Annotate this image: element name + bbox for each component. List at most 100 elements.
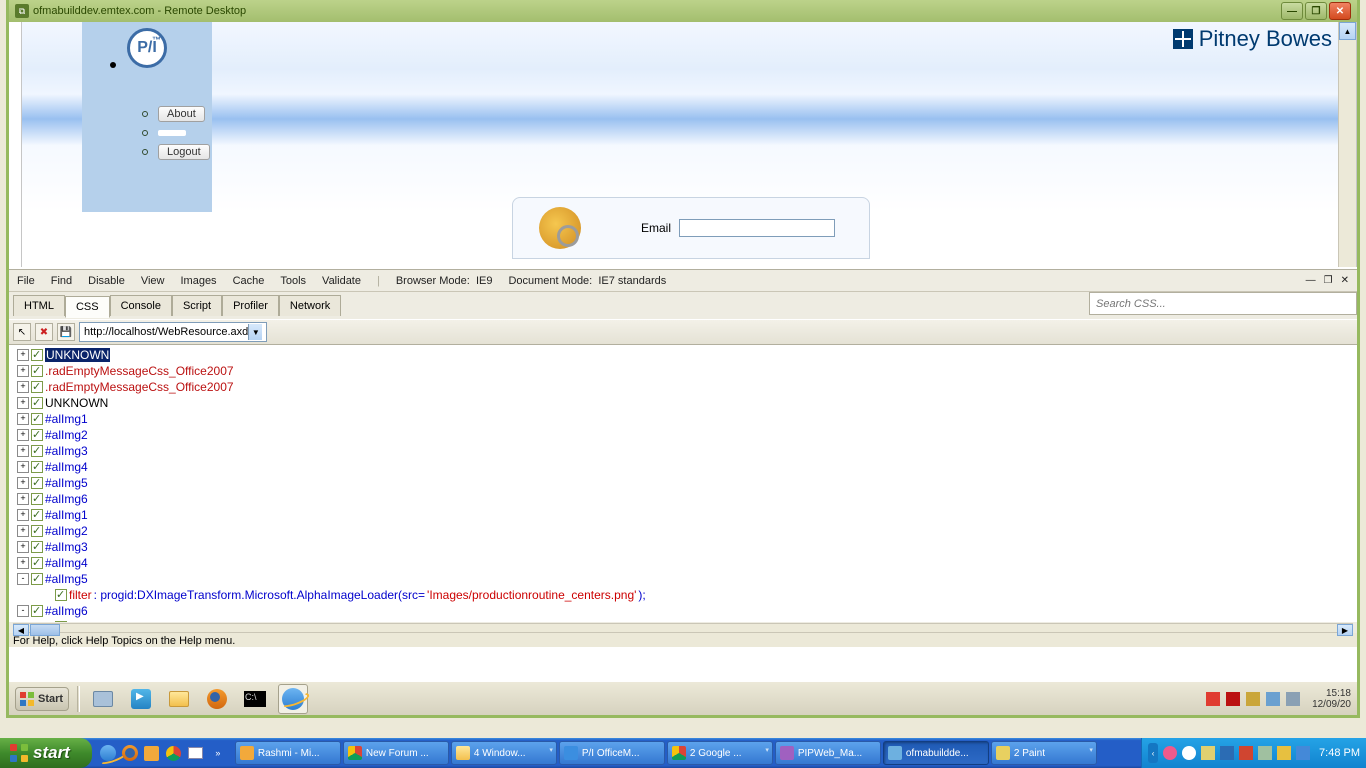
tree-row[interactable]: +#alImg4 — [17, 555, 1349, 571]
chevron-down-icon[interactable]: ▼ — [248, 324, 262, 340]
tray-pwr-icon[interactable] — [1277, 746, 1291, 760]
tab-css[interactable]: CSS — [65, 296, 110, 318]
tree-row[interactable]: +#alImg2 — [17, 427, 1349, 443]
chevron-down-icon[interactable]: ▾ — [1089, 746, 1093, 754]
page-scrollbar[interactable]: ▲ — [1338, 22, 1356, 267]
tray-expand-icon[interactable]: ‹ — [1148, 743, 1158, 763]
ql-outlook-icon[interactable] — [142, 742, 162, 764]
tree-row[interactable]: +.radEmptyMessageCss_Office2007 — [17, 363, 1349, 379]
tree-row[interactable]: +#alImg4 — [17, 459, 1349, 475]
close-button[interactable]: ✕ — [1329, 2, 1351, 20]
tree-row[interactable]: +UNKNOWN — [17, 347, 1349, 363]
scroll-thumb[interactable] — [30, 624, 60, 636]
host-start-button[interactable]: start — [0, 738, 92, 768]
task-button[interactable]: 4 Window...▾ — [451, 741, 557, 765]
menu-validate[interactable]: Validate — [322, 275, 361, 287]
expand-icon[interactable]: + — [17, 397, 29, 409]
tray-remove-icon[interactable] — [1296, 746, 1310, 760]
maximize-button[interactable]: ❐ — [1305, 2, 1327, 20]
printer-icon[interactable] — [88, 684, 118, 714]
menu-find[interactable]: Find — [51, 275, 72, 287]
email-field[interactable] — [679, 219, 835, 237]
network-icon[interactable] — [1266, 692, 1280, 706]
title-bar[interactable]: ⧉ ofmabuilddev.emtex.com - Remote Deskto… — [9, 0, 1357, 22]
devtools-restore-icon[interactable]: ❐ — [1324, 275, 1333, 286]
save-button[interactable]: 💾 — [57, 323, 75, 341]
tree-row[interactable]: +UNKNOWN — [17, 395, 1349, 411]
media-player-icon[interactable] — [126, 684, 156, 714]
cmd-icon[interactable]: C:\ — [240, 684, 270, 714]
task-button[interactable]: 2 Google ...▾ — [667, 741, 773, 765]
tree-row[interactable]: -#alImg6 — [17, 603, 1349, 619]
tree-row[interactable]: +#alImg1 — [17, 411, 1349, 427]
menu-file[interactable]: File — [17, 275, 35, 287]
tab-html[interactable]: HTML — [13, 295, 65, 316]
document-mode-value[interactable]: IE7 standards — [598, 275, 666, 287]
clear-button[interactable]: ✖ — [35, 323, 53, 341]
tree-row[interactable]: +#alImg3 — [17, 539, 1349, 555]
expand-icon[interactable]: - — [17, 605, 29, 617]
explorer-icon[interactable] — [164, 684, 194, 714]
expand-icon[interactable]: + — [17, 541, 29, 553]
about-link[interactable]: About — [142, 106, 222, 122]
host-clock[interactable]: 7:48 PM — [1315, 747, 1360, 759]
tray-av-icon[interactable] — [1239, 746, 1253, 760]
host-taskbar[interactable]: start » Rashmi - Mi...New Forum ...4 Win… — [0, 738, 1366, 768]
tree-row[interactable]: filter: progid:DXImageTransform.Microsof… — [17, 619, 1349, 622]
expand-icon[interactable]: + — [17, 349, 29, 361]
menu-disable[interactable]: Disable — [88, 275, 125, 287]
checkbox-icon[interactable] — [31, 509, 43, 521]
tree-row[interactable]: +#alImg3 — [17, 443, 1349, 459]
task-button[interactable]: 2 Paint▾ — [991, 741, 1097, 765]
checkbox-icon[interactable] — [31, 493, 43, 505]
tray-cal-icon[interactable] — [1201, 746, 1215, 760]
tab-console[interactable]: Console — [110, 295, 172, 316]
css-search-input[interactable] — [1089, 292, 1357, 315]
expand-icon[interactable]: + — [17, 557, 29, 569]
checkbox-icon[interactable] — [31, 477, 43, 489]
scroll-up-button[interactable]: ▲ — [1339, 22, 1356, 40]
devtools-hscrollbar[interactable]: ◀ ▶ — [13, 623, 1353, 633]
checkbox-icon[interactable] — [31, 573, 43, 585]
tray-chat-icon[interactable] — [1182, 746, 1196, 760]
checkbox-icon[interactable] — [31, 349, 43, 361]
tab-profiler[interactable]: Profiler — [222, 295, 279, 316]
task-button[interactable]: ofmabuildde... — [883, 741, 989, 765]
ql-firefox-icon[interactable] — [120, 742, 140, 764]
task-button[interactable]: Rashmi - Mi... — [235, 741, 341, 765]
checkbox-icon[interactable] — [31, 429, 43, 441]
checkbox-icon[interactable] — [31, 525, 43, 537]
select-element-button[interactable]: ↖ — [13, 323, 31, 341]
quick-launch[interactable]: » — [92, 742, 234, 764]
tab-script[interactable]: Script — [172, 295, 222, 316]
system-tray[interactable]: ‹ 7:48 PM — [1141, 738, 1366, 768]
expand-icon[interactable]: + — [17, 525, 29, 537]
blank-link[interactable] — [142, 130, 222, 136]
task-button[interactable]: P/I OfficeM... — [559, 741, 665, 765]
devtools-minimize-icon[interactable]: — — [1306, 275, 1316, 286]
expand-icon[interactable]: - — [17, 573, 29, 585]
expand-icon[interactable]: + — [17, 429, 29, 441]
tree-row[interactable]: filter: progid:DXImageTransform.Microsof… — [17, 587, 1349, 603]
tray-heart-icon[interactable] — [1163, 746, 1177, 760]
ql-chrome-icon[interactable] — [164, 742, 184, 764]
adobe-icon[interactable] — [1226, 692, 1240, 706]
checkbox-icon[interactable] — [55, 589, 67, 601]
tree-row[interactable]: +#alImg6 — [17, 491, 1349, 507]
scroll-left-button[interactable]: ◀ — [13, 624, 29, 636]
ql-desktop-icon[interactable] — [186, 742, 206, 764]
expand-icon[interactable]: + — [17, 493, 29, 505]
browser-mode-value[interactable]: IE9 — [476, 275, 493, 287]
tree-row[interactable]: +#alImg2 — [17, 523, 1349, 539]
tree-row[interactable]: +#alImg5 — [17, 475, 1349, 491]
tree-row[interactable]: -#alImg5 — [17, 571, 1349, 587]
checkbox-icon[interactable] — [31, 413, 43, 425]
devtools-menu[interactable]: File Find Disable View Images Cache Tool… — [9, 270, 1357, 292]
tray-net-icon[interactable] — [1220, 746, 1234, 760]
checkbox-icon[interactable] — [31, 381, 43, 393]
css-rule-tree[interactable]: +UNKNOWN+.radEmptyMessageCss_Office2007+… — [9, 345, 1357, 622]
expand-icon[interactable]: + — [17, 477, 29, 489]
remote-start-button[interactable]: Start — [15, 687, 69, 711]
shield-icon[interactable] — [1206, 692, 1220, 706]
checkbox-icon[interactable] — [31, 605, 43, 617]
